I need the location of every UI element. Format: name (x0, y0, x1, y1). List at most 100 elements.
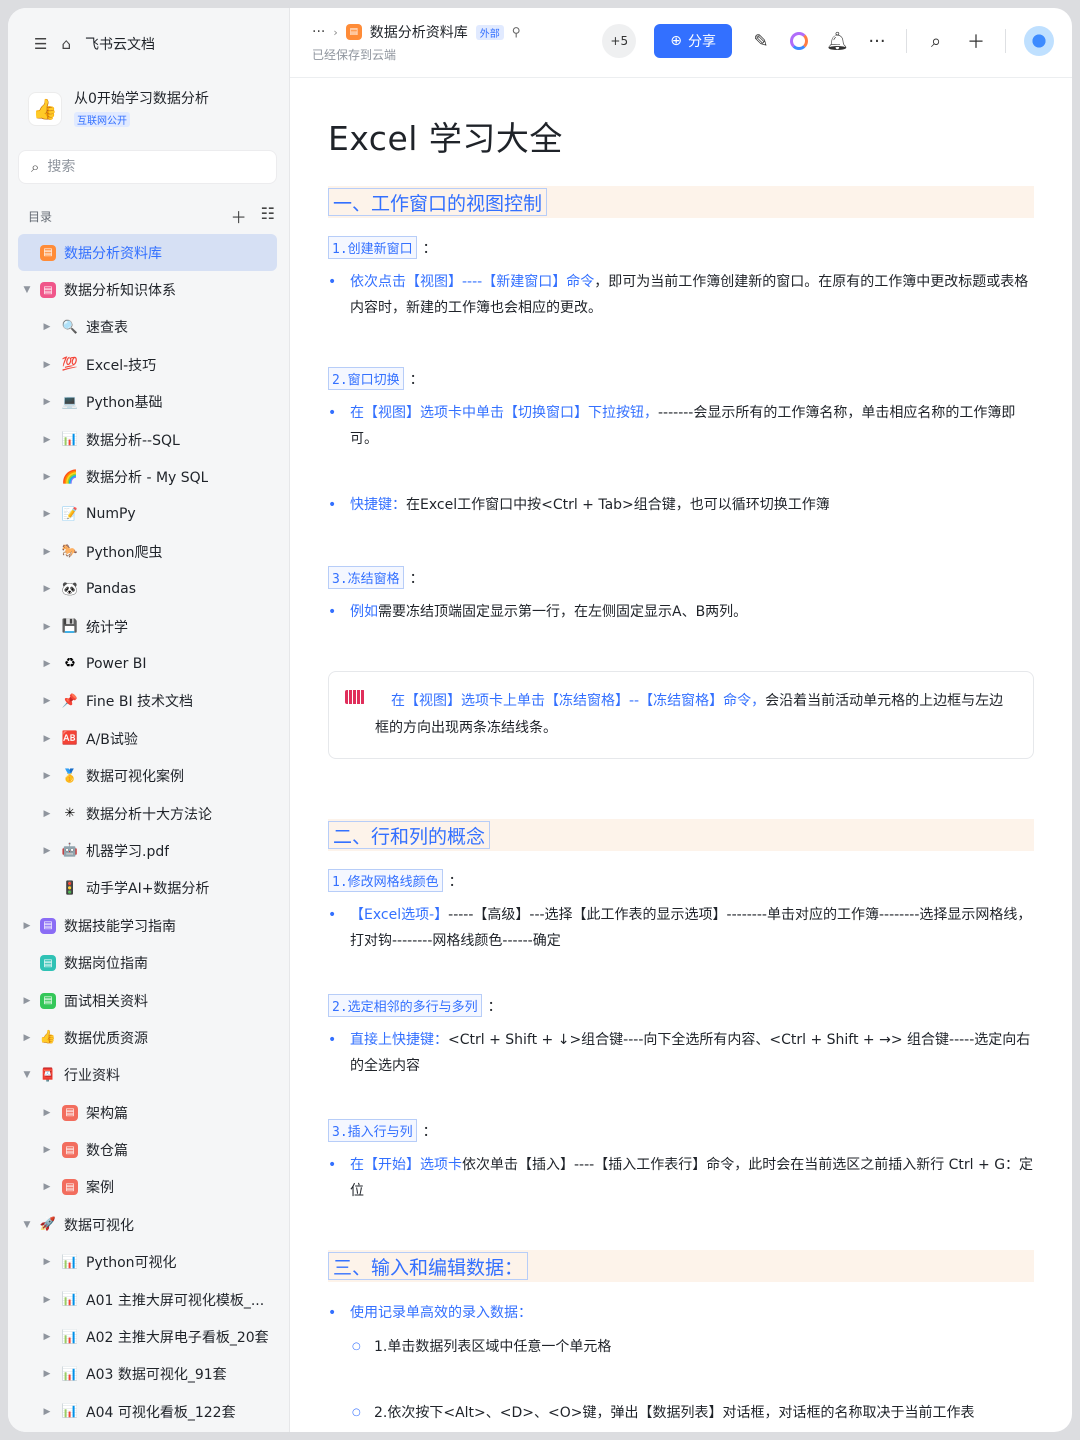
sub-heading[interactable]: 2.选定相邻的多行与多列 ： (328, 994, 1034, 1017)
chevron-right-icon[interactable]: ▶ (40, 322, 54, 332)
list-item[interactable]: • 例如需要冻结顶端固定显示第一行，在左侧固定显示A、B两列。 (328, 599, 1034, 625)
sidebar-item[interactable]: ▤ 数据岗位指南 (18, 944, 277, 981)
app-brand[interactable]: 飞书云文档 (85, 34, 155, 54)
chevron-right-icon[interactable]: ▶ (40, 1295, 54, 1305)
chevron-right-icon[interactable]: ▶ (40, 771, 54, 781)
sidebar-item[interactable]: ▶ ▤ 面试相关资料 (18, 982, 277, 1019)
edit-icon[interactable]: ✎ (750, 31, 772, 52)
plus-icon[interactable]: ＋ (965, 28, 987, 54)
sidebar-item[interactable]: ▶ 🤖 机器学习.pdf (18, 832, 277, 869)
list-item[interactable]: • 依次点击【视图】----【新建窗口】命令，即可为当前工作簿创建新的窗口。在原有… (328, 269, 1034, 321)
sidebar-item[interactable]: ▶ 📊 数据分析--SQL (18, 421, 277, 458)
toc-options-icon[interactable]: ☷ (261, 204, 275, 228)
list-item[interactable]: • 使用记录单高效的录入数据： (328, 1300, 1034, 1326)
chevron-right-icon[interactable]: ▶ (40, 1145, 54, 1155)
sidebar-item[interactable]: ▶ 📊 A03 数据可视化_91套 (18, 1356, 277, 1393)
workspace-header[interactable]: 👍 从0开始学习数据分析 互联网公开 (8, 80, 289, 146)
chevron-right-icon[interactable]: ▶ (40, 435, 54, 445)
list-item[interactable]: ○ 2.依次按下<Alt>、<D>、<O>键，弹出【数据列表】对话框，对话框的名称… (328, 1400, 1034, 1426)
collaborators-count[interactable]: +5 (602, 24, 637, 58)
chevron-down-icon[interactable]: ▼ (20, 285, 34, 295)
sub-heading[interactable]: 1.修改网格线颜色 ： (328, 869, 1034, 892)
chevron-right-icon[interactable]: ▶ (20, 1033, 34, 1043)
sub-heading[interactable]: 1.创建新窗口 ： (328, 236, 1034, 259)
sidebar-item[interactable]: ▼ ▤ 数据分析知识体系 (18, 271, 277, 308)
chevron-right-icon[interactable]: ▶ (40, 659, 54, 669)
sidebar-item[interactable]: ▼ 🚀 数据可视化 (18, 1206, 277, 1243)
sidebar-item[interactable]: ▶ 📊 A02 主推大屏电子看板_20套 (18, 1318, 277, 1355)
search-input[interactable] (47, 159, 248, 175)
chevron-right-icon[interactable]: ▶ (40, 1407, 54, 1417)
collapse-sidebar-icon[interactable]: ☰ (34, 35, 47, 53)
list-item[interactable]: • 在【视图】选项卡中单击【切换窗口】下拉按钮，-------会显示所有的工作簿名… (328, 400, 1034, 452)
share-button[interactable]: ⊕ 分享 (654, 24, 732, 58)
chevron-down-icon[interactable]: ▼ (20, 1070, 34, 1080)
sidebar-item[interactable]: ▶ ▤ 数仓篇 (18, 1131, 277, 1168)
sidebar-item[interactable]: ▤ 数据分析资料库 (18, 234, 277, 272)
chevron-right-icon[interactable]: ▶ (40, 509, 54, 519)
chevron-right-icon[interactable]: ▶ (40, 809, 54, 819)
chevron-right-icon[interactable]: ▶ (40, 1108, 54, 1118)
sidebar-item[interactable]: 🚦 动手学AI+数据分析 (18, 870, 277, 907)
search-box[interactable]: ⌕ (18, 150, 277, 184)
more-icon[interactable]: ··· (866, 31, 888, 52)
callout-block[interactable]: 在【视图】选项卡上单击【冻结窗格】--【冻结窗格】命令，会沿着当前活动单元格的上… (328, 671, 1034, 759)
sub-heading[interactable]: 3.插入行与列 ： (328, 1119, 1034, 1142)
doc-name[interactable]: 数据分析资料库 (370, 22, 468, 42)
sub-heading[interactable]: 3.冻结窗格 ： (328, 566, 1034, 589)
sidebar-item[interactable]: ▶ 📝 NumPy (18, 496, 277, 533)
section-heading[interactable]: 三、输入和编辑数据： (328, 1250, 1034, 1282)
sidebar-item[interactable]: ▶ 💯 Excel-技巧 (18, 346, 277, 383)
sidebar-item[interactable]: ▶ ▤ 案例 (18, 1169, 277, 1206)
list-item[interactable]: ○ 1.单击数据列表区域中任意一个单元格 (328, 1334, 1034, 1360)
sidebar-item[interactable]: ▶ 📊 A04 可视化看板_122套 (18, 1393, 277, 1430)
chevron-right-icon[interactable]: ▶ (40, 397, 54, 407)
sidebar-item[interactable]: ▶ 🔍 速查表 (18, 309, 277, 346)
chevron-right-icon[interactable]: ▶ (40, 1332, 54, 1342)
sidebar-item[interactable]: ▶ 📊 Python可视化 (18, 1244, 277, 1281)
ai-assistant-icon[interactable] (790, 32, 808, 50)
sidebar-item[interactable]: ▶ 📊 A01 主推大屏可视化模板_... (18, 1281, 277, 1318)
sidebar-item[interactable]: ▶ ▤ 架构篇 (18, 1094, 277, 1131)
chevron-right-icon[interactable]: ▶ (40, 622, 54, 632)
sidebar-item[interactable]: ▶ 🌈 数据分析 - My SQL (18, 458, 277, 495)
sub-heading[interactable]: 2.窗口切换 ： (328, 367, 1034, 390)
add-page-icon[interactable]: ＋ (231, 204, 247, 228)
chevron-right-icon[interactable]: ▶ (40, 734, 54, 744)
chevron-right-icon[interactable]: ▶ (40, 1257, 54, 1267)
chevron-right-icon[interactable]: ▶ (40, 547, 54, 557)
sidebar-item[interactable]: ▶ 🆎 A/B试验 (18, 720, 277, 757)
sidebar-item[interactable]: ▼ 📮 行业资料 (18, 1057, 277, 1094)
section-heading[interactable]: 二、行和列的概念 (328, 819, 1034, 851)
list-item[interactable]: • 【Excel选项-】-----【高级】---选择【此工作表的显示选项】----… (328, 902, 1034, 954)
sidebar-item[interactable]: ▶ 💾 统计学 (18, 608, 277, 645)
sidebar-item[interactable]: ▶ 📌 Fine BI 技术文档 (18, 683, 277, 720)
chevron-right-icon[interactable]: ▶ (20, 996, 34, 1006)
chevron-right-icon[interactable]: ▶ (20, 921, 34, 931)
avatar[interactable] (1024, 26, 1054, 56)
search-doc-icon[interactable]: ⌕ (925, 31, 947, 52)
sidebar-item[interactable]: ▶ 🐼 Pandas (18, 571, 277, 608)
sidebar-item[interactable]: ▶ 👍 数据优质资源 (18, 1019, 277, 1056)
home-icon[interactable]: ⌂ (61, 35, 71, 53)
chevron-down-icon[interactable]: ▼ (20, 1220, 34, 1230)
chevron-right-icon[interactable]: ▶ (40, 584, 54, 594)
sidebar-item[interactable]: ▶ 💻 Python基础 (18, 384, 277, 421)
chevron-right-icon[interactable]: ▶ (40, 696, 54, 706)
list-item[interactable]: • 直接上快捷键：<Ctrl + Shift + ↓>组合键----向下全选所有内… (328, 1027, 1034, 1079)
chevron-right-icon[interactable]: ▶ (40, 360, 54, 370)
sidebar-item[interactable]: ▶ 🐎 Python爬虫 (18, 533, 277, 570)
chevron-right-icon[interactable]: ▶ (40, 846, 54, 856)
sidebar-item[interactable]: ▶ 🥇 数据可视化案例 (18, 757, 277, 794)
doc-title[interactable]: Excel 学习大全 (328, 112, 1034, 160)
pin-icon[interactable]: ⚲ (512, 25, 521, 39)
chevron-right-icon[interactable]: ▶ (40, 1182, 54, 1192)
chevron-right-icon[interactable]: ▶ (40, 1369, 54, 1379)
more-breadcrumb-button[interactable]: ··· (312, 24, 325, 40)
list-item[interactable]: • 快捷键：在Excel工作窗口中按<Ctrl + Tab>组合键，也可以循环切换… (328, 492, 1034, 518)
section-heading[interactable]: 一、工作窗口的视图控制 (328, 186, 1034, 218)
sidebar-item[interactable]: ▶ ✳ 数据分析十大方法论 (18, 795, 277, 832)
bell-icon[interactable]: 🔔︎ (826, 31, 849, 52)
sidebar-item[interactable]: ▶ ♻ Power BI (18, 645, 277, 682)
sidebar-item[interactable]: ▶ ▤ 数据技能学习指南 (18, 907, 277, 944)
